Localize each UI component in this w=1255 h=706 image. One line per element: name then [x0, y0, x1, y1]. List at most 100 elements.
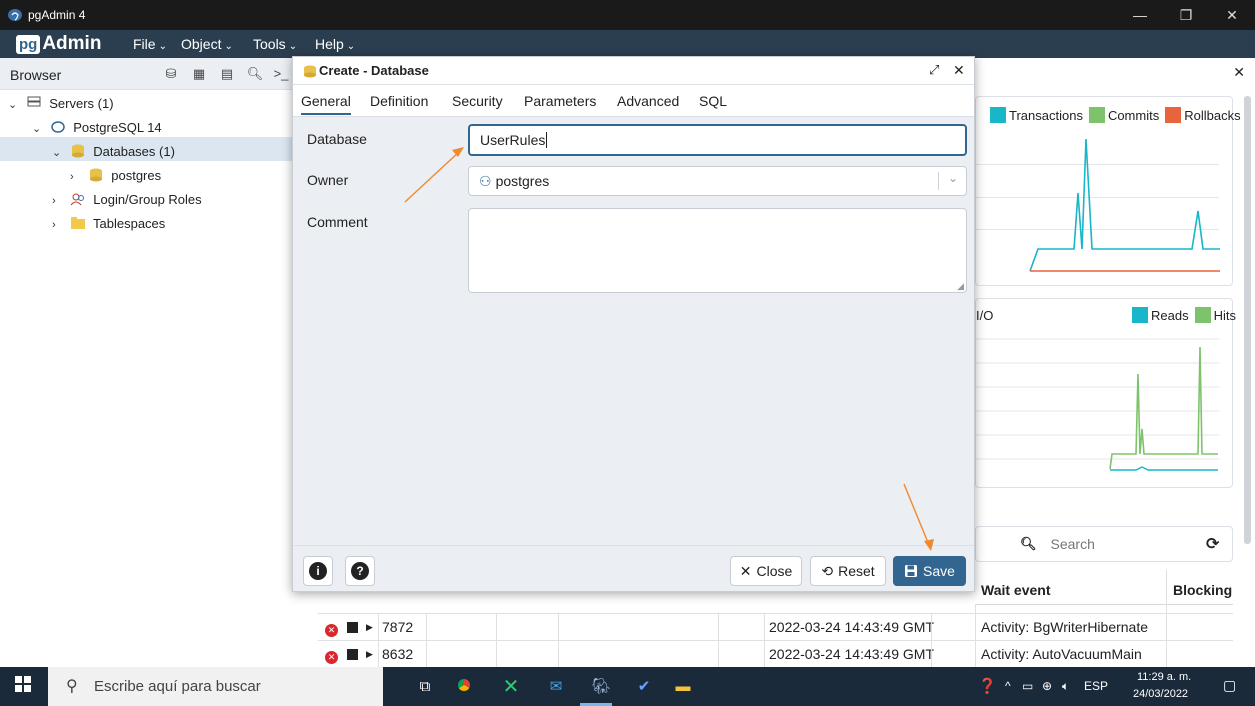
resize-handle-icon[interactable]: ◢ [957, 281, 964, 292]
window-close-button[interactable]: ✕ [1209, 4, 1255, 26]
expand-arrow-icon[interactable]: › [70, 165, 84, 189]
transactions-legend: Transactions Commits Rollbacks [982, 107, 1241, 123]
legend-reads: Reads [1151, 307, 1189, 323]
chrome-icon[interactable] [453, 676, 475, 698]
terminate-icon[interactable]: ✕ [325, 641, 338, 668]
comment-textarea[interactable]: ◢ [468, 208, 967, 293]
expand-arrow-icon[interactable]: ⌄ [32, 117, 46, 141]
table-row[interactable]: ✕ ▶ 8632 2022-03-24 14:43:49 GMT Activit… [318, 640, 1233, 667]
help-tray-icon[interactable]: ❓ [978, 677, 997, 695]
io-title: I/O [976, 308, 994, 323]
menu-object[interactable]: Object ⌄ [181, 36, 233, 52]
refresh-icon[interactable]: ⟳ [1206, 534, 1219, 554]
menu-tools-label: Tools [253, 36, 286, 52]
tree-item-tablespaces[interactable]: › Tablespaces [52, 212, 165, 236]
filtered-rows-icon[interactable]: ▤ [218, 65, 236, 83]
todo-icon[interactable]: ✔ [633, 676, 655, 698]
column-header-blocking[interactable]: Blocking [1173, 582, 1232, 598]
dialog-close-icon[interactable]: ✕ [953, 62, 965, 79]
tab-advanced[interactable]: Advanced [617, 93, 679, 109]
excel-icon[interactable]: ✕ [500, 676, 522, 698]
clock-date[interactable]: 24/03/2022 [1133, 688, 1188, 700]
info-button[interactable]: i [303, 556, 333, 586]
column-header-wait-event[interactable]: Wait event [981, 582, 1051, 598]
expand-arrow-icon[interactable]: ⌄ [8, 93, 22, 117]
expand-row-icon[interactable]: ▶ [366, 614, 373, 641]
clock-time[interactable]: 11:29 a. m. [1137, 671, 1191, 683]
grid-divider [975, 604, 976, 667]
maximize-dialog-icon[interactable]: ⤢ [929, 62, 939, 78]
pgadmin-taskbar-icon[interactable]: 🐘︎ [590, 676, 612, 698]
activity-search[interactable]: 🔍︎ Search [1020, 536, 1095, 552]
terminate-icon[interactable]: ✕ [325, 614, 338, 641]
menu-file-label: File [133, 36, 156, 52]
expand-arrow-icon[interactable]: › [52, 213, 66, 237]
tree-item-servers[interactable]: ⌄ Servers (1) [8, 92, 114, 116]
grid-divider [764, 613, 765, 667]
grid-divider [1166, 570, 1167, 667]
divider [975, 604, 1233, 605]
maximize-button[interactable]: ❐ [1163, 4, 1209, 26]
scrollbar[interactable] [1244, 96, 1251, 544]
tab-sql[interactable]: SQL [699, 93, 727, 109]
mail-icon[interactable]: ✉ [545, 676, 567, 698]
volume-icon[interactable]: 🔈︎ [1062, 679, 1069, 694]
help-button[interactable]: ? [345, 556, 375, 586]
search-objects-icon[interactable]: 🔍︎ [246, 65, 264, 83]
database-icon [89, 168, 102, 182]
language-indicator[interactable]: ESP [1084, 679, 1108, 693]
legend-swatch [1088, 107, 1105, 123]
task-view-icon[interactable]: ⧉ [414, 676, 436, 698]
legend-swatch [1194, 307, 1211, 323]
block-io-sparkline [976, 338, 1219, 471]
legend-transactions: Transactions [1009, 107, 1083, 123]
legend-swatch [1165, 107, 1182, 123]
psql-tool-icon[interactable]: >_ [272, 65, 290, 83]
cancel-query-icon[interactable] [347, 641, 358, 668]
tree-item-postgresql[interactable]: ⌄ PostgreSQL 14 [32, 116, 162, 140]
tray-chevron-icon[interactable]: ^ [1005, 679, 1011, 693]
battery-icon[interactable]: ▭ [1022, 679, 1033, 693]
tree-label: Tablespaces [93, 216, 166, 231]
transactions-chart-card: Transactions Commits Rollbacks [975, 96, 1241, 286]
network-icon[interactable]: ⊕ [1042, 679, 1052, 693]
database-name-input[interactable]: UserRules [468, 124, 967, 156]
database-name-value: UserRules [480, 132, 546, 148]
reset-button[interactable]: ⟲ Reset [810, 556, 886, 586]
expand-arrow-icon[interactable]: ⌄ [52, 141, 66, 165]
owner-select[interactable]: ⚇ postgres ⌄ [468, 166, 967, 196]
view-data-icon[interactable]: ▦ [190, 65, 208, 83]
chevron-down-icon[interactable]: ⌄ [948, 171, 958, 185]
tree-item-databases[interactable]: ⌄ Databases (1) [52, 140, 175, 164]
tab-definition[interactable]: Definition [370, 93, 428, 109]
close-button[interactable]: ✕ Close [730, 556, 802, 586]
save-icon [905, 565, 918, 577]
dashboard-close-icon[interactable]: ✕ [1233, 64, 1245, 81]
menu-tools[interactable]: Tools ⌄ [253, 36, 297, 52]
cancel-query-icon[interactable] [347, 614, 358, 641]
query-tool-icon[interactable]: ⛁ [162, 65, 180, 83]
windows-start-icon[interactable] [12, 676, 34, 698]
tab-security[interactable]: Security [452, 93, 503, 109]
expand-arrow-icon[interactable]: › [52, 189, 66, 213]
notifications-icon[interactable]: ▢ [1223, 677, 1236, 694]
tab-general[interactable]: General [301, 93, 351, 115]
menu-file[interactable]: File ⌄ [133, 36, 167, 52]
browser-title: Browser [10, 67, 62, 83]
file-explorer-icon[interactable]: ▬ [672, 676, 694, 698]
reset-icon: ⟲ [821, 562, 834, 579]
taskbar-search[interactable]: ⚲ Escribe aquí para buscar [48, 667, 383, 706]
tree-item-postgres[interactable]: › postgres [70, 164, 161, 188]
menu-object-label: Object [181, 36, 222, 52]
grid-divider [931, 613, 932, 667]
table-row[interactable]: ✕ ▶ 7872 2022-03-24 14:43:49 GMT Activit… [318, 613, 1233, 640]
create-database-dialog: Create - Database ⤢ ✕ General Definition… [292, 56, 975, 592]
menu-help[interactable]: Help ⌄ [315, 36, 355, 52]
minimize-button[interactable]: — [1117, 4, 1163, 26]
expand-row-icon[interactable]: ▶ [366, 641, 373, 668]
save-button[interactable]: Save [893, 556, 966, 586]
tree-item-login-group-roles[interactable]: › Login/Group Roles [52, 188, 202, 212]
legend-rollbacks: Rollbacks [1184, 107, 1241, 123]
menu-help-label: Help [315, 36, 344, 52]
tab-parameters[interactable]: Parameters [524, 93, 596, 109]
